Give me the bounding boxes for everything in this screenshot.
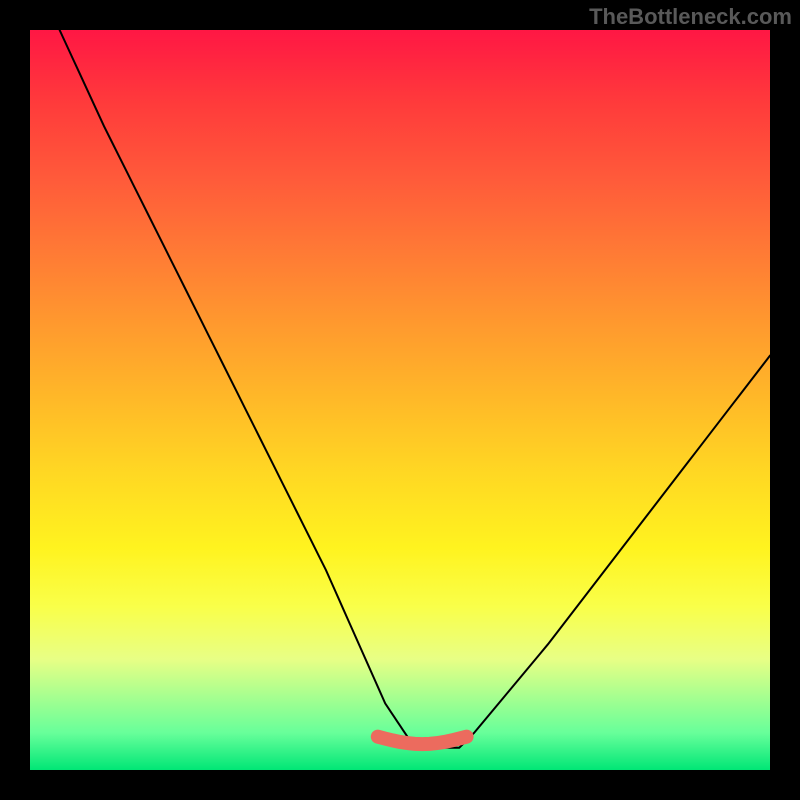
watermark-text: TheBottleneck.com [589,4,792,30]
chart-background-gradient [30,30,770,770]
